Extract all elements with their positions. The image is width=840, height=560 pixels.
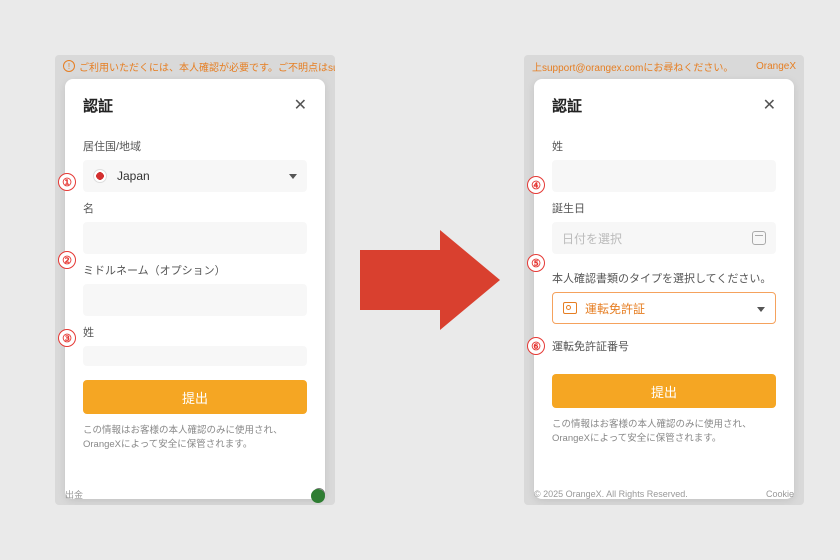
birthday-label: 誕生日 — [552, 200, 776, 216]
badge-3: ③ — [58, 329, 76, 347]
lastname-input[interactable] — [83, 346, 307, 366]
verification-modal: 認証 ✕ 姓 誕生日 日付を選択 本人確認書類のタイプを選択してください。 運転… — [534, 79, 794, 499]
screen-step-1: ! ご利用いただくには、本人確認が必要です。ご不明点はsuppo 認証 ✕ 居住… — [55, 55, 335, 505]
license-icon — [563, 302, 577, 314]
middlename-input[interactable] — [83, 284, 307, 316]
screen-step-2: 上support@orangex.comにお尋ねください。 OrangeX 認証… — [524, 55, 804, 505]
badge-2: ② — [58, 251, 76, 269]
calendar-icon — [752, 231, 766, 245]
submit-button[interactable]: 提出 — [552, 374, 776, 408]
warning-icon: ! — [63, 60, 75, 72]
doctype-label: 本人確認書類のタイプを選択してください。 — [552, 270, 776, 286]
footer-bar: © 2025 OrangeX. All Rights Reserved. Coo… — [524, 485, 804, 503]
badge-5: ⑤ — [527, 254, 545, 272]
modal-title: 認証 — [552, 95, 582, 116]
modal-title: 認証 — [83, 95, 113, 116]
disclaimer-text: この情報はお客様の本人確認のみに使用され、OrangeXによって安全に保管されま… — [552, 418, 776, 447]
lastname-label: 姓 — [83, 324, 307, 340]
country-label: 居住国/地域 — [83, 138, 307, 154]
firstname-input[interactable] — [83, 222, 307, 254]
bottom-bar: 出金 — [55, 485, 335, 503]
docnum-label: 運転免許証番号 — [552, 338, 776, 354]
doctype-select[interactable]: 運転免許証 — [552, 292, 776, 324]
badge-4: ④ — [527, 176, 545, 194]
copyright: © 2025 OrangeX. All Rights Reserved. — [534, 489, 688, 499]
flag-japan-icon — [93, 169, 107, 183]
birthday-input[interactable]: 日付を選択 — [552, 222, 776, 254]
withdraw-label: 出金 — [65, 488, 83, 501]
submit-button[interactable]: 提出 — [83, 380, 307, 414]
lastname-input[interactable] — [552, 160, 776, 192]
country-select[interactable]: Japan — [83, 160, 307, 192]
doctype-value: 運転免許証 — [585, 300, 645, 317]
cookie-link[interactable]: Cookie — [766, 489, 794, 499]
verification-modal: 認証 ✕ 居住国/地域 Japan 名 ミドルネーム（オプション） 姓 提出 こ… — [65, 79, 325, 499]
brand-label: OrangeX — [756, 61, 796, 72]
notice-bar: 上support@orangex.comにお尋ねください。 OrangeX — [524, 55, 804, 77]
badge-6: ⑥ — [527, 337, 545, 355]
notice-text: ご利用いただくには、本人確認が必要です。ご不明点はsuppo — [79, 59, 335, 74]
notice-text: 上support@orangex.comにお尋ねください。 — [532, 59, 733, 74]
notice-bar: ! ご利用いただくには、本人確認が必要です。ご不明点はsuppo — [55, 55, 335, 77]
status-dot-icon — [311, 489, 325, 503]
country-value: Japan — [117, 169, 150, 183]
lastname-label: 姓 — [552, 138, 776, 154]
badge-1: ① — [58, 173, 76, 191]
birthday-placeholder: 日付を選択 — [562, 230, 622, 247]
firstname-label: 名 — [83, 200, 307, 216]
close-icon[interactable]: ✕ — [294, 98, 307, 114]
transition-arrow-icon — [360, 230, 500, 330]
disclaimer-text: この情報はお客様の本人確認のみに使用され、OrangeXによって安全に保管されま… — [83, 424, 307, 453]
close-icon[interactable]: ✕ — [763, 98, 776, 114]
middlename-label: ミドルネーム（オプション） — [83, 262, 307, 278]
